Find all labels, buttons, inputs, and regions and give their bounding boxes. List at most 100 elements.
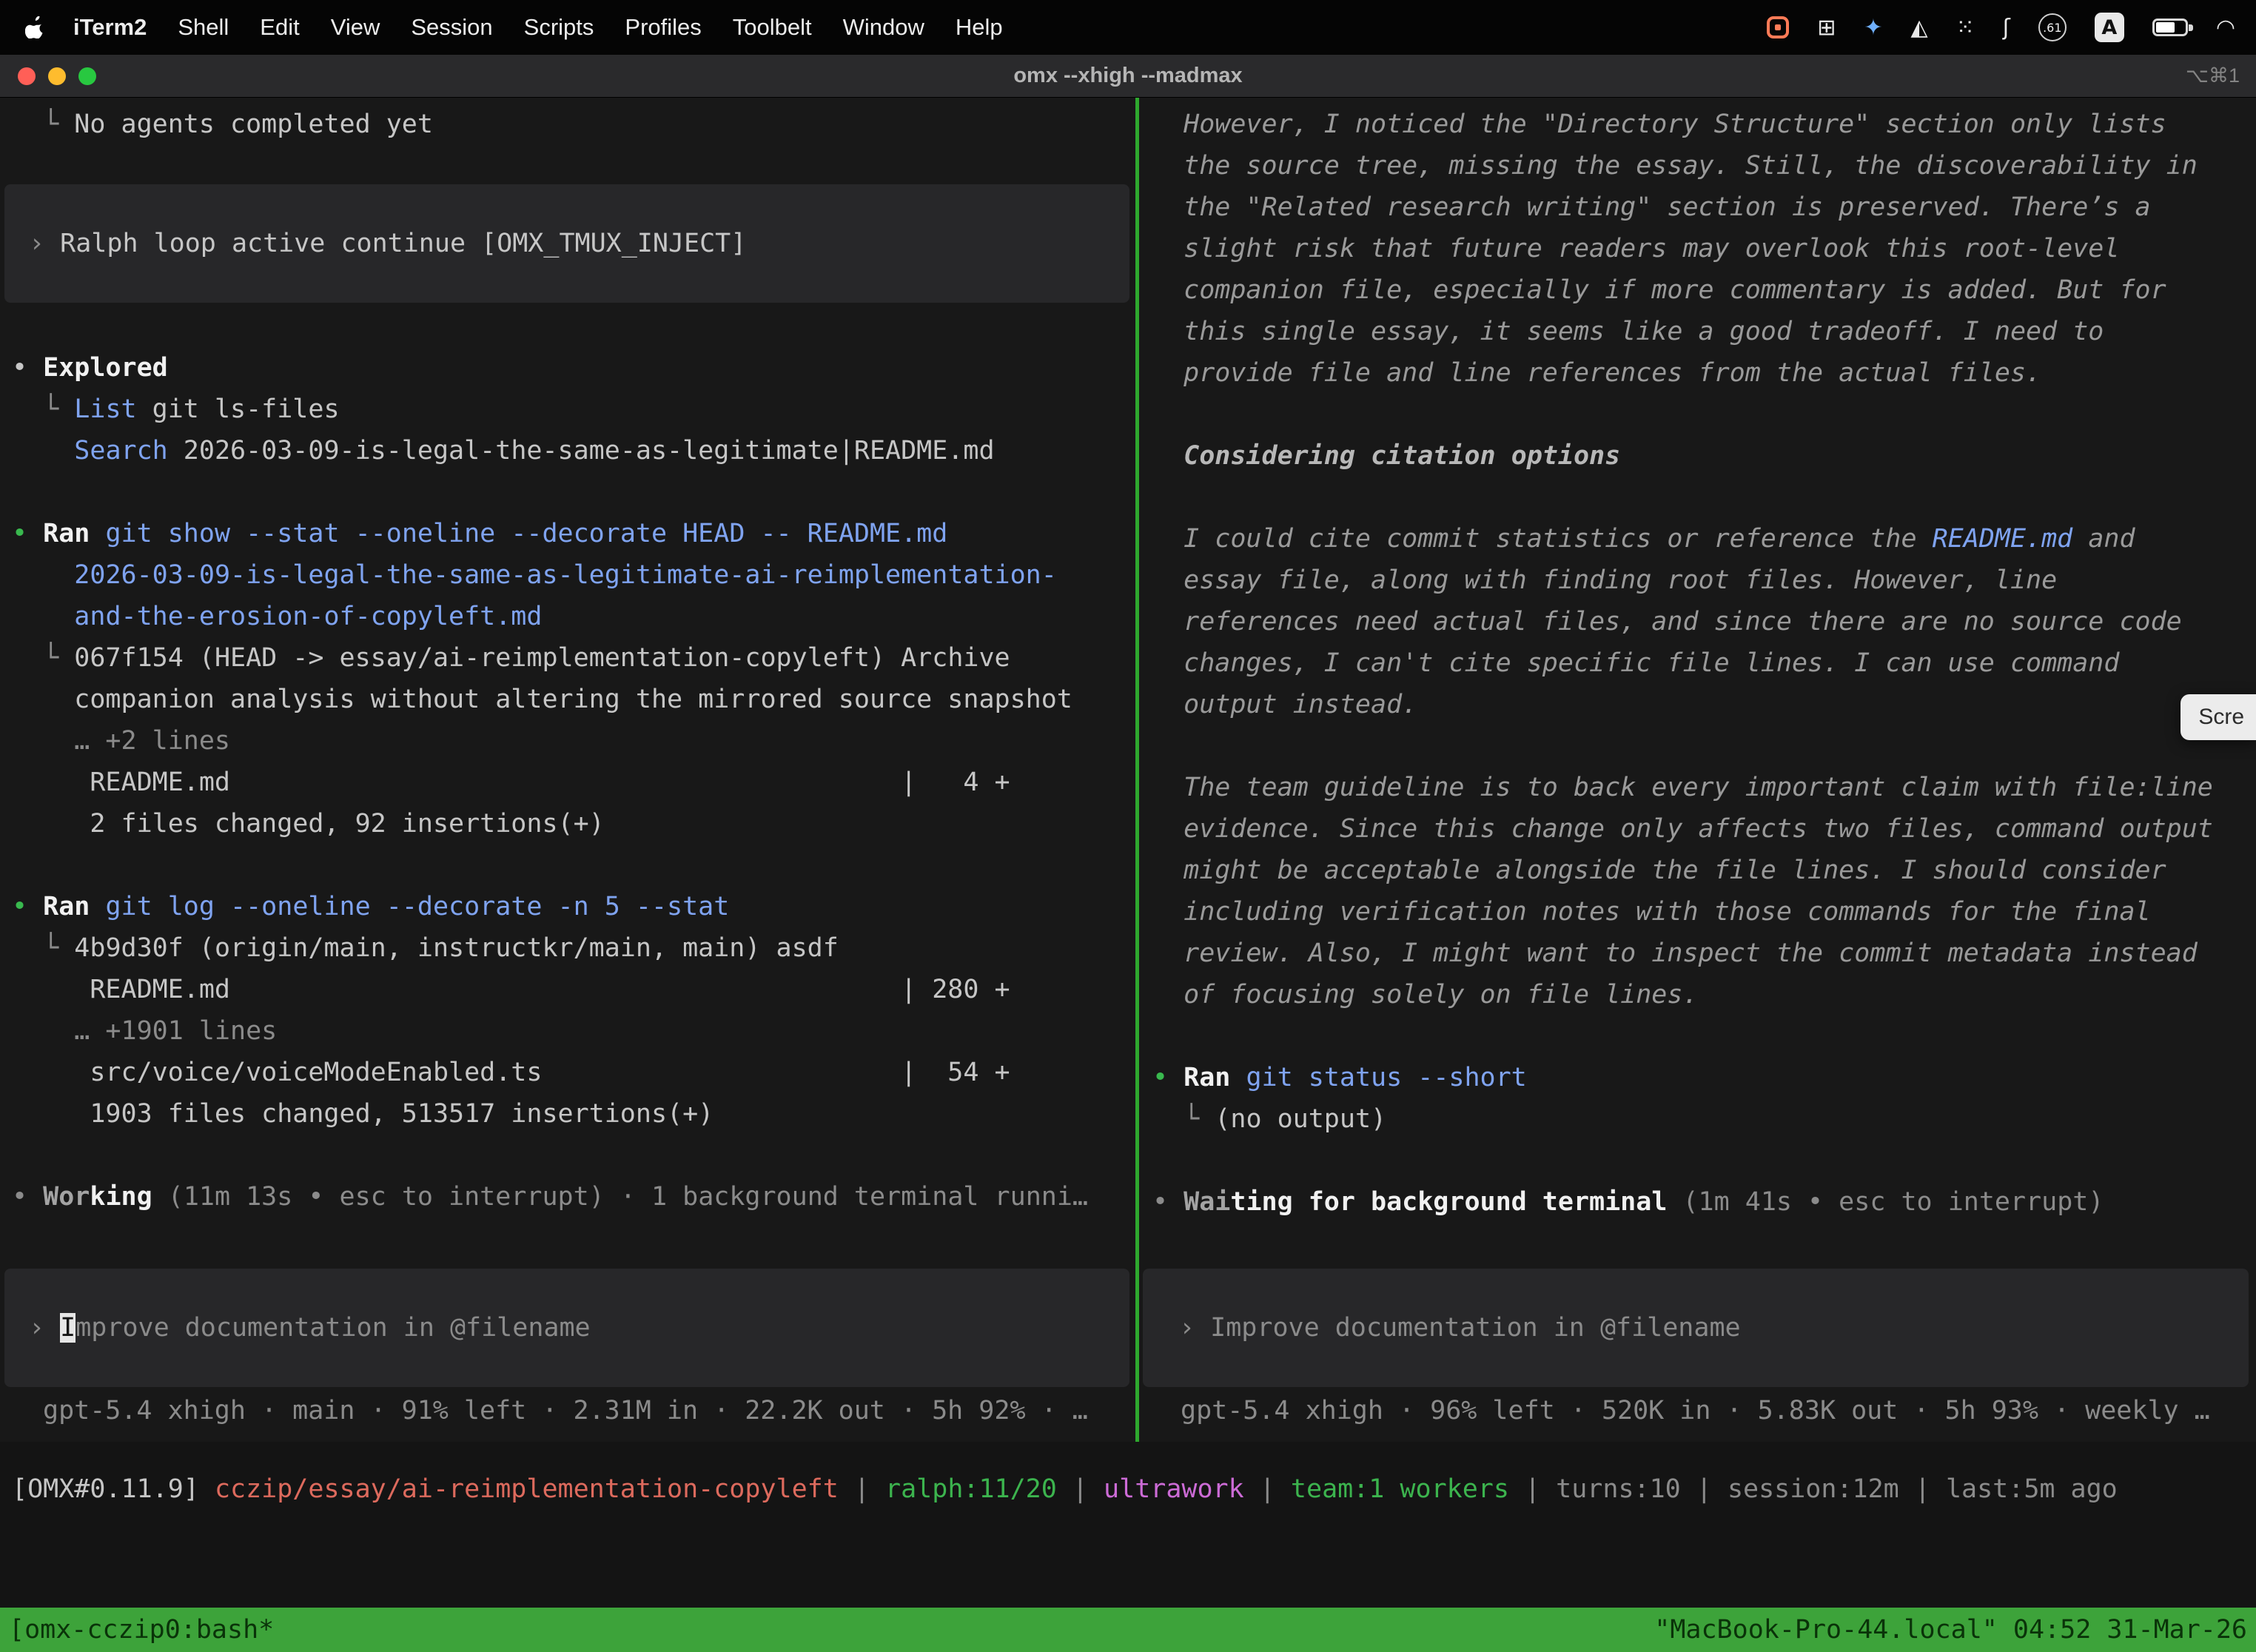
terminal-line	[12, 845, 1135, 886]
terminal-line: … +2 lines	[12, 720, 1135, 762]
terminal-line: this single essay, it seems like a good …	[1152, 311, 2256, 352]
terminal-line: the "Related research writing" section i…	[1152, 187, 2256, 228]
left-transcript: • Explored └ List git ls-files Search 20…	[12, 347, 1135, 1218]
terminal-line: The team guideline is to back every impo…	[1152, 767, 2256, 808]
terminal-line: slight risk that future readers may over…	[1152, 228, 2256, 269]
zoom-button[interactable]	[78, 67, 96, 85]
menu-shell[interactable]: Shell	[162, 14, 244, 41]
battery-percent-badge[interactable]: .61	[2038, 13, 2067, 41]
screen-recording-indicator[interactable]	[1767, 16, 1789, 38]
terminal-line: └ 4b9d30f (origin/main, instructkr/main,…	[12, 927, 1135, 969]
omx-status-line: [OMX#0.11.9] cczip/essay/ai-reimplementa…	[0, 1468, 2256, 1510]
terminal-line: README.md | 4 +	[12, 762, 1135, 803]
menu-status-icons: ⊞ ✦ ◭ ⁙ ʃ .61 A ◠	[1767, 13, 2235, 42]
terminal-line: 2 files changed, 92 insertions(+)	[12, 803, 1135, 845]
terminal-line: • Ran git status --short	[1152, 1057, 2256, 1098]
terminal-line: … +1901 lines	[12, 1010, 1135, 1052]
ralph-inject-box: › Ralph loop active continue [OMX_TMUX_I…	[4, 184, 1129, 303]
menu-toolbelt[interactable]: Toolbelt	[717, 14, 827, 41]
traffic-lights	[0, 67, 96, 85]
terminal-line: essay file, along with finding root file…	[1152, 560, 2256, 601]
menu-window[interactable]: Window	[827, 14, 940, 41]
terminal-line: changes, I can't cite specific file line…	[1152, 642, 2256, 684]
tmux-session-label: [omx-cczip0:bash*	[9, 1615, 274, 1645]
window-shortcut-badge: ⌥⌘1	[2186, 64, 2256, 87]
terminal: └ No agents completed yet › Ralph loop a…	[0, 98, 2256, 1652]
terminal-line: README.md | 280 +	[12, 969, 1135, 1010]
wifi-icon[interactable]: ◠	[2216, 15, 2235, 41]
terminal-line: • Ran git log --oneline --decorate -n 5 …	[12, 886, 1135, 927]
command-input-left-text: › Improve documentation in @filename	[29, 1307, 1129, 1349]
terminal-line: src/voice/voiceModeEnabled.ts | 54 +	[12, 1052, 1135, 1093]
terminal-line: references need actual files, and since …	[1152, 601, 2256, 642]
apple-menu[interactable]	[21, 16, 58, 38]
terminal-line: └ No agents completed yet	[12, 104, 1135, 145]
terminal-line: • Ran git show --stat --oneline --decora…	[12, 513, 1135, 554]
terminal-line: └ 067f154 (HEAD -> essay/ai-reimplementa…	[12, 637, 1135, 679]
dots-grid-icon[interactable]: ⁙	[1956, 15, 1975, 41]
terminal-line: the source tree, missing the essay. Stil…	[1152, 145, 2256, 187]
right-pane[interactable]: However, I noticed the "Directory Struct…	[1139, 98, 2256, 1442]
terminal-line: 2026-03-09-is-legal-the-same-as-legitima…	[12, 554, 1135, 596]
hook-icon[interactable]: ʃ	[2003, 15, 2010, 41]
terminal-line: output instead.	[1152, 684, 2256, 725]
window-title-bar[interactable]: omx --xhigh --madmax ⌥⌘1	[0, 55, 2256, 98]
right-transcript: However, I noticed the "Directory Struct…	[1152, 104, 2256, 1223]
window-tiles-icon[interactable]: ⊞	[1817, 15, 1836, 41]
compass-icon[interactable]: ✦	[1864, 15, 1882, 41]
command-input-right[interactable]: › Improve documentation in @filename	[1143, 1269, 2249, 1387]
menu-edit[interactable]: Edit	[244, 14, 315, 41]
command-input-left[interactable]: › Improve documentation in @filename	[4, 1269, 1129, 1387]
terminal-line: └ (no output)	[1152, 1098, 2256, 1140]
menu-scripts[interactable]: Scripts	[508, 14, 610, 41]
terminal-line: • Working (11m 13s • esc to interrupt) ·…	[12, 1176, 1135, 1218]
terminal-line: [OMX#0.11.9] cczip/essay/ai-reimplementa…	[12, 1468, 2256, 1510]
terminal-line	[12, 1135, 1135, 1176]
menu-profiles[interactable]: Profiles	[609, 14, 716, 41]
menu-view[interactable]: View	[315, 14, 396, 41]
terminal-line: including verification notes with those …	[1152, 891, 2256, 933]
minimize-button[interactable]	[48, 67, 66, 85]
keyboard-input-icon[interactable]: A	[2095, 13, 2124, 42]
screenshot-popover[interactable]: Scre	[2181, 694, 2256, 740]
left-scrollback: └ No agents completed yet	[12, 104, 1135, 145]
terminal-line: and-the-erosion-of-copyleft.md	[12, 596, 1135, 637]
menu-items: iTerm2ShellEditViewSessionScriptsProfile…	[58, 14, 1018, 41]
prism-icon[interactable]: ◭	[1911, 15, 1928, 41]
terminal-line: └ List git ls-files	[12, 389, 1135, 430]
ralph-inject-line: › Ralph loop active continue [OMX_TMUX_I…	[29, 223, 1119, 264]
terminal-line: gpt-5.4 xhigh · 96% left · 520K in · 5.8…	[1181, 1390, 2210, 1431]
terminal-line	[1152, 394, 2256, 435]
terminal-line: › Improve documentation in @filename	[29, 1307, 1129, 1349]
right-model-status: gpt-5.4 xhigh · 96% left · 520K in · 5.8…	[1181, 1390, 2210, 1431]
tmux-host-time: "MacBook-Pro-44.local" 04:52 31-Mar-26	[1654, 1615, 2247, 1645]
terminal-line: Search 2026-03-09-is-legal-the-same-as-l…	[12, 430, 1135, 471]
menu-iterm2[interactable]: iTerm2	[58, 14, 162, 41]
terminal-line: of focusing solely on file lines.	[1152, 974, 2256, 1015]
apple-icon	[25, 16, 44, 38]
left-pane[interactable]: └ No agents completed yet › Ralph loop a…	[0, 98, 1135, 1442]
menu-help[interactable]: Help	[940, 14, 1018, 41]
terminal-line: review. Also, I might want to inspect th…	[1152, 933, 2256, 974]
terminal-line: • Waiting for background terminal (1m 41…	[1152, 1181, 2256, 1223]
terminal-line	[12, 471, 1135, 513]
terminal-line: gpt-5.4 xhigh · main · 91% left · 2.31M …	[43, 1390, 1088, 1431]
left-model-status: gpt-5.4 xhigh · main · 91% left · 2.31M …	[43, 1390, 1088, 1431]
close-button[interactable]	[18, 67, 36, 85]
terminal-line: › Improve documentation in @filename	[1179, 1307, 2249, 1349]
window-title: omx --xhigh --madmax	[0, 64, 2256, 88]
terminal-line: might be acceptable alongside the file l…	[1152, 850, 2256, 891]
terminal-line: companion file, especially if more comme…	[1152, 269, 2256, 311]
screen: iTerm2ShellEditViewSessionScriptsProfile…	[0, 0, 2256, 1652]
battery-icon[interactable]	[2152, 19, 2188, 36]
terminal-line	[1152, 1015, 2256, 1057]
terminal-line: companion analysis without altering the …	[12, 679, 1135, 720]
terminal-line: I could cite commit statistics or refere…	[1152, 518, 2256, 560]
menu-session[interactable]: Session	[395, 14, 508, 41]
terminal-line	[1152, 477, 2256, 518]
command-input-right-text: › Improve documentation in @filename	[1179, 1307, 2249, 1349]
terminal-line: provide file and line references from th…	[1152, 352, 2256, 394]
terminal-line	[1152, 1140, 2256, 1181]
tmux-status-bar: [omx-cczip0:bash* "MacBook-Pro-44.local"…	[0, 1608, 2256, 1652]
terminal-line: evidence. Since this change only affects…	[1152, 808, 2256, 850]
